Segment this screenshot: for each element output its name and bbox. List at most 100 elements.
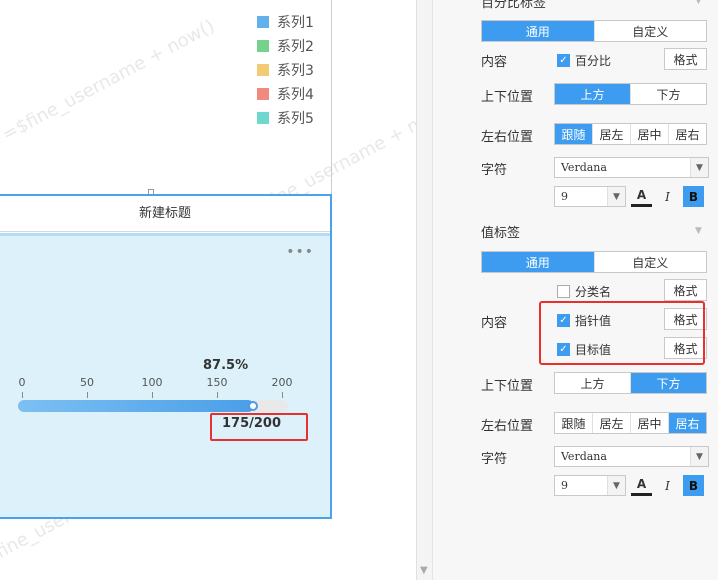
bold-icon[interactable]: B bbox=[683, 186, 704, 207]
font-label: 字符 bbox=[481, 163, 508, 178]
chevron-down-icon[interactable]: ▼ bbox=[607, 476, 625, 495]
position-top-button[interactable]: 上方 bbox=[555, 84, 631, 104]
chevron-down-icon[interactable]: ▼ bbox=[690, 158, 708, 177]
legend-swatch bbox=[257, 64, 269, 76]
legend-swatch bbox=[257, 40, 269, 52]
align-follow-button[interactable]: 跟随 bbox=[555, 413, 593, 433]
align-follow-button[interactable]: 跟随 bbox=[555, 124, 593, 144]
progress-fill bbox=[18, 400, 255, 412]
vertical-position-label: 上下位置 bbox=[481, 90, 534, 105]
collapse-arrow-icon[interactable]: ▼ bbox=[695, 226, 702, 236]
align-left-button[interactable]: 居左 bbox=[593, 413, 631, 433]
scroll-down-icon[interactable]: ▼ bbox=[420, 565, 428, 576]
chevron-down-icon[interactable]: ▼ bbox=[607, 187, 625, 206]
position-top-button[interactable]: 上方 bbox=[555, 373, 631, 393]
align-center-button[interactable]: 居中 bbox=[631, 124, 669, 144]
gauge-axis: 0 50 100 150 200 bbox=[0, 376, 334, 398]
legend-label: 系列4 bbox=[277, 87, 314, 103]
percent-horizontal-seg: 跟随 居左 居中 居右 bbox=[554, 123, 707, 145]
font-label: 字符 bbox=[481, 452, 508, 467]
percent-vertical-seg: 上方 下方 bbox=[554, 83, 707, 105]
legend-label: 系列3 bbox=[277, 63, 314, 79]
font-size-select[interactable]: 9 ▼ bbox=[554, 475, 626, 496]
position-bottom-button[interactable]: 下方 bbox=[631, 373, 706, 393]
progress-knob bbox=[248, 401, 259, 411]
section-title-percent[interactable]: 百分比标签 bbox=[481, 0, 546, 11]
tick-label: 0 bbox=[18, 376, 26, 389]
value-tabs: 通用 自定义 bbox=[481, 251, 707, 273]
font-size-select[interactable]: 9 ▼ bbox=[554, 186, 626, 207]
tick-label: 200 bbox=[271, 376, 293, 389]
align-right-button[interactable]: 居右 bbox=[669, 413, 706, 433]
vertical-scrollbar[interactable]: ▼ bbox=[416, 0, 432, 580]
content-label: 内容 bbox=[481, 55, 508, 70]
legend-item: 系列1 bbox=[257, 10, 314, 34]
tick-label: 150 bbox=[206, 376, 228, 389]
watermark: =$fine_username + now() bbox=[0, 15, 219, 146]
property-panel: 百分比标签 通用 自定义 内容 ✓ 百分比 格式 上下位置 上方 下方 左右位置… bbox=[432, 0, 718, 580]
align-center-button[interactable]: 居中 bbox=[631, 413, 669, 433]
tab-general[interactable]: 通用 bbox=[482, 21, 595, 41]
highlight-box bbox=[539, 301, 705, 365]
legend-swatch bbox=[257, 88, 269, 100]
legend-label: 系列1 bbox=[277, 15, 314, 31]
category-checkbox-label: 分类名 bbox=[575, 285, 612, 299]
legend-item: 系列3 bbox=[257, 58, 314, 82]
gauge-widget[interactable]: 新建标题 ••• 87.5% 0 50 100 150 200 bbox=[0, 194, 332, 519]
percent-tabs: 通用 自定义 bbox=[481, 20, 707, 42]
legend-label: 系列5 bbox=[277, 111, 314, 127]
italic-icon[interactable]: I bbox=[657, 186, 678, 207]
percent-format-button[interactable]: 格式 bbox=[664, 48, 707, 70]
font-size-value: 9 bbox=[561, 479, 568, 492]
tick-label: 50 bbox=[80, 376, 94, 389]
legend-swatch bbox=[257, 16, 269, 28]
progress-track bbox=[18, 400, 288, 412]
percent-label: 87.5% bbox=[203, 358, 249, 373]
collapse-arrow-icon[interactable]: ▼ bbox=[695, 0, 702, 6]
checkbox-icon[interactable] bbox=[557, 285, 570, 298]
chart-legend: 系列1 系列2 系列3 系列4 系列5 bbox=[257, 10, 314, 130]
legend-label: 系列2 bbox=[277, 39, 314, 55]
position-bottom-button[interactable]: 下方 bbox=[631, 84, 706, 104]
tab-custom[interactable]: 自定义 bbox=[595, 252, 707, 272]
font-color-icon[interactable]: A bbox=[631, 186, 652, 207]
category-format-button[interactable]: 格式 bbox=[664, 279, 707, 301]
report-canvas[interactable]: =$fine_username + now() =$fine_username … bbox=[0, 0, 416, 580]
tick-label: 100 bbox=[141, 376, 163, 389]
bold-icon[interactable]: B bbox=[683, 475, 704, 496]
tab-custom[interactable]: 自定义 bbox=[595, 21, 707, 41]
category-checkbox-row[interactable]: 分类名 bbox=[557, 283, 611, 300]
horizontal-position-label: 左右位置 bbox=[481, 130, 534, 145]
align-left-button[interactable]: 居左 bbox=[593, 124, 631, 144]
percent-checkbox-label: 百分比 bbox=[575, 54, 612, 68]
vertical-position-label: 上下位置 bbox=[481, 379, 534, 394]
value-label: 175/200 bbox=[222, 416, 282, 431]
percent-checkbox-row[interactable]: ✓ 百分比 bbox=[557, 52, 611, 69]
legend-item: 系列5 bbox=[257, 106, 314, 130]
legend-item: 系列4 bbox=[257, 82, 314, 106]
section-title-value[interactable]: 值标签 bbox=[481, 222, 520, 241]
chevron-down-icon[interactable]: ▼ bbox=[690, 447, 708, 466]
tick-mark bbox=[22, 392, 23, 398]
horizontal-position-label: 左右位置 bbox=[481, 419, 534, 434]
tick-mark bbox=[282, 392, 283, 398]
tick-mark bbox=[152, 392, 153, 398]
font-family-value: Verdana bbox=[561, 450, 607, 463]
check-icon[interactable]: ✓ bbox=[557, 54, 570, 67]
font-family-select[interactable]: Verdana ▼ bbox=[554, 157, 709, 178]
widget-body: ••• 87.5% 0 50 100 150 200 bbox=[0, 233, 330, 517]
font-color-icon[interactable]: A bbox=[631, 475, 652, 496]
value-vertical-seg: 上方 下方 bbox=[554, 372, 707, 394]
font-size-value: 9 bbox=[561, 190, 568, 203]
tab-general[interactable]: 通用 bbox=[482, 252, 595, 272]
font-family-select[interactable]: Verdana ▼ bbox=[554, 446, 709, 467]
value-horizontal-seg: 跟随 居左 居中 居右 bbox=[554, 412, 707, 434]
font-family-value: Verdana bbox=[561, 161, 607, 174]
italic-icon[interactable]: I bbox=[657, 475, 678, 496]
widget-title[interactable]: 新建标题 bbox=[0, 196, 330, 232]
more-options-icon[interactable]: ••• bbox=[286, 244, 314, 260]
align-right-button[interactable]: 居右 bbox=[669, 124, 706, 144]
content-label: 内容 bbox=[481, 316, 508, 331]
tick-mark bbox=[217, 392, 218, 398]
widget-divider bbox=[331, 0, 332, 194]
